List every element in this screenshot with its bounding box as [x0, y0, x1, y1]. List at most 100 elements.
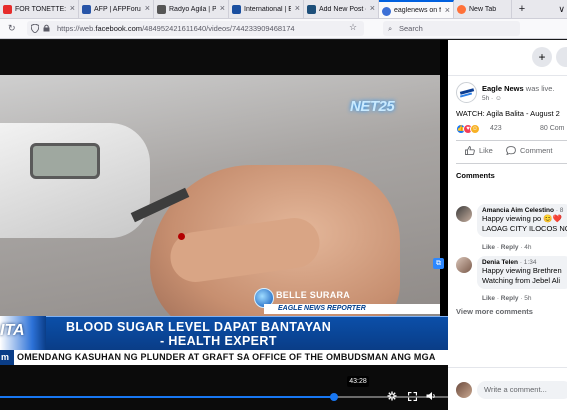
picture-in-picture-icon[interactable]: ⧉	[433, 258, 444, 269]
comment-text: Watching from Jebel Ali	[482, 276, 561, 285]
browser-tab-bar: FOR TONETTE: × AFP | AFPForum × Radyo Ag…	[0, 0, 567, 19]
comment-like-link[interactable]: Like	[482, 295, 495, 302]
url-prefix: https://web.	[57, 24, 96, 33]
tab-title: AFP | AFPForum	[94, 5, 141, 13]
page-name[interactable]: Eagle News	[482, 84, 524, 93]
browser-nav-bar: ↻ https://web.facebook.com/4849524216116…	[0, 19, 567, 39]
comment-age[interactable]: 5h	[524, 295, 531, 302]
tab-title: Radyo Agila | Pu	[169, 5, 216, 13]
post-timestamp[interactable]: 5h · ☺	[482, 95, 502, 102]
url-text: https://web.facebook.com/484952421611640…	[57, 24, 295, 33]
comment-author[interactable]: Denia Telen · 1:34	[482, 259, 567, 266]
post-sidebar: + Eagle News was live. 5h · ☺ WATCH: Agi…	[448, 40, 567, 410]
video-player[interactable]: NET25 BELLE SURARA EAGLE NEWS REPORTER I…	[0, 40, 448, 410]
tab-5[interactable]: Add New Post ‹ ×	[304, 0, 379, 18]
volume-icon[interactable]	[426, 391, 436, 401]
avatar[interactable]	[456, 382, 472, 398]
comment-time: · 1:34	[518, 259, 537, 266]
comment-reply-link[interactable]: Reply	[501, 244, 519, 251]
close-icon[interactable]: ×	[370, 3, 375, 13]
progress-fill	[0, 396, 334, 398]
headline-line-1: BLOOD SUGAR LEVEL DAPAT BANTAYAN	[66, 320, 332, 334]
avatar[interactable]	[456, 257, 472, 273]
divider	[456, 140, 567, 141]
comment-button[interactable]: Comment	[506, 146, 553, 155]
reaction-count[interactable]: 423	[490, 125, 502, 132]
tab-title: International | E	[244, 5, 291, 13]
comment-text: LAOAG CITY ILOCOS NO	[482, 224, 567, 233]
tab-2[interactable]: AFP | AFPForum ×	[79, 0, 154, 18]
comment-reply-link[interactable]: Reply	[501, 295, 519, 302]
comment-item: Amancia Aim Celestino · 8 Happy viewing …	[477, 204, 567, 237]
author-name[interactable]: Denia Telen	[482, 259, 518, 266]
comment-count[interactable]: 80 Com	[540, 125, 565, 132]
messenger-button[interactable]	[556, 47, 567, 67]
tab-title: Add New Post ‹	[319, 5, 366, 13]
search-placeholder: Search	[399, 24, 423, 33]
settings-gear-icon[interactable]	[387, 391, 397, 401]
post-header: Eagle News was live.	[482, 84, 567, 93]
close-icon[interactable]: ×	[220, 3, 225, 13]
blood-drop	[178, 233, 185, 240]
search-input[interactable]: ⌕ Search	[383, 21, 520, 36]
channel-watermark: NET25	[350, 98, 395, 115]
avatar[interactable]	[456, 206, 472, 222]
tab-7[interactable]: New Tab	[454, 0, 512, 18]
comments-heading[interactable]: Comments	[456, 171, 495, 180]
ticker-label: m	[0, 350, 14, 365]
comment-label: Comment	[520, 146, 553, 155]
like-label: Like	[479, 146, 493, 155]
close-icon[interactable]: ×	[70, 3, 75, 13]
new-tab-button[interactable]: +	[512, 0, 532, 18]
tab-1[interactable]: FOR TONETTE: ×	[0, 0, 79, 18]
tab-6-active[interactable]: eaglenews on fa ×	[379, 0, 454, 18]
close-icon[interactable]: ×	[145, 3, 150, 13]
author-name[interactable]: Amancia Aim Celestino	[482, 207, 554, 214]
lock-icon[interactable]	[43, 24, 50, 32]
tab-4[interactable]: International | E ×	[229, 0, 304, 18]
progress-bar[interactable]	[0, 396, 448, 398]
like-button[interactable]: Like	[465, 146, 493, 155]
tab-title: FOR TONETTE:	[15, 5, 66, 13]
bookmark-star-icon[interactable]: ☆	[349, 22, 357, 33]
url-bar[interactable]: https://web.facebook.com/484952421611640…	[27, 21, 364, 36]
headline-line-2: - HEALTH EXPERT	[160, 334, 277, 348]
comment-actions: Like · Reply · 4h	[482, 244, 532, 251]
comment-input[interactable]: Write a comment...	[477, 381, 567, 399]
show-logo: ITA	[0, 322, 25, 339]
tab-favicon	[382, 7, 391, 16]
divider	[456, 163, 567, 164]
url-domain: facebook.com	[95, 24, 143, 33]
close-icon[interactable]: ×	[445, 5, 450, 15]
comment-text: Happy viewing po 😊❤️	[482, 214, 562, 223]
time-tooltip: 43:28	[347, 376, 369, 387]
progress-scrubber[interactable]	[329, 393, 338, 401]
video-top-letterbox	[0, 40, 440, 75]
video-bottom-letterbox	[0, 365, 448, 410]
reaction-icons[interactable]: 👍 ♥ ☺	[456, 124, 480, 134]
close-icon[interactable]: ×	[295, 3, 300, 13]
comment-author[interactable]: Amancia Aim Celestino · 8	[482, 207, 567, 214]
reload-icon[interactable]: ↻	[8, 23, 16, 34]
shield-icon[interactable]	[31, 24, 39, 33]
comment-time: · 8	[554, 207, 564, 214]
tab-3[interactable]: Radyo Agila | Pu ×	[154, 0, 229, 18]
fullscreen-icon[interactable]	[408, 392, 417, 401]
ticker-text: OMENDANG KASUHAN NG PLUNDER AT GRAFT SA …	[17, 352, 436, 362]
create-plus-button[interactable]: +	[532, 47, 552, 67]
comment-age[interactable]: 4h	[524, 244, 531, 251]
view-more-comments-link[interactable]: View more comments	[456, 307, 533, 316]
reporter-name: BELLE SURARA	[276, 290, 351, 300]
tab-favicon	[307, 5, 316, 14]
tab-list-chevron-icon[interactable]: ∨	[558, 4, 565, 15]
firefox-icon	[457, 5, 466, 14]
news-ticker: m OMENDANG KASUHAN NG PLUNDER AT GRAFT S…	[0, 350, 448, 365]
tab-favicon	[232, 5, 241, 14]
divider	[448, 367, 567, 368]
comment-item: Denia Telen · 1:34 Happy viewing Brethre…	[477, 256, 567, 289]
care-reaction-icon: ☺	[470, 124, 480, 134]
tab-favicon	[3, 5, 12, 14]
page-avatar[interactable]	[456, 82, 477, 103]
comment-icon	[506, 146, 516, 155]
comment-like-link[interactable]: Like	[482, 244, 495, 251]
